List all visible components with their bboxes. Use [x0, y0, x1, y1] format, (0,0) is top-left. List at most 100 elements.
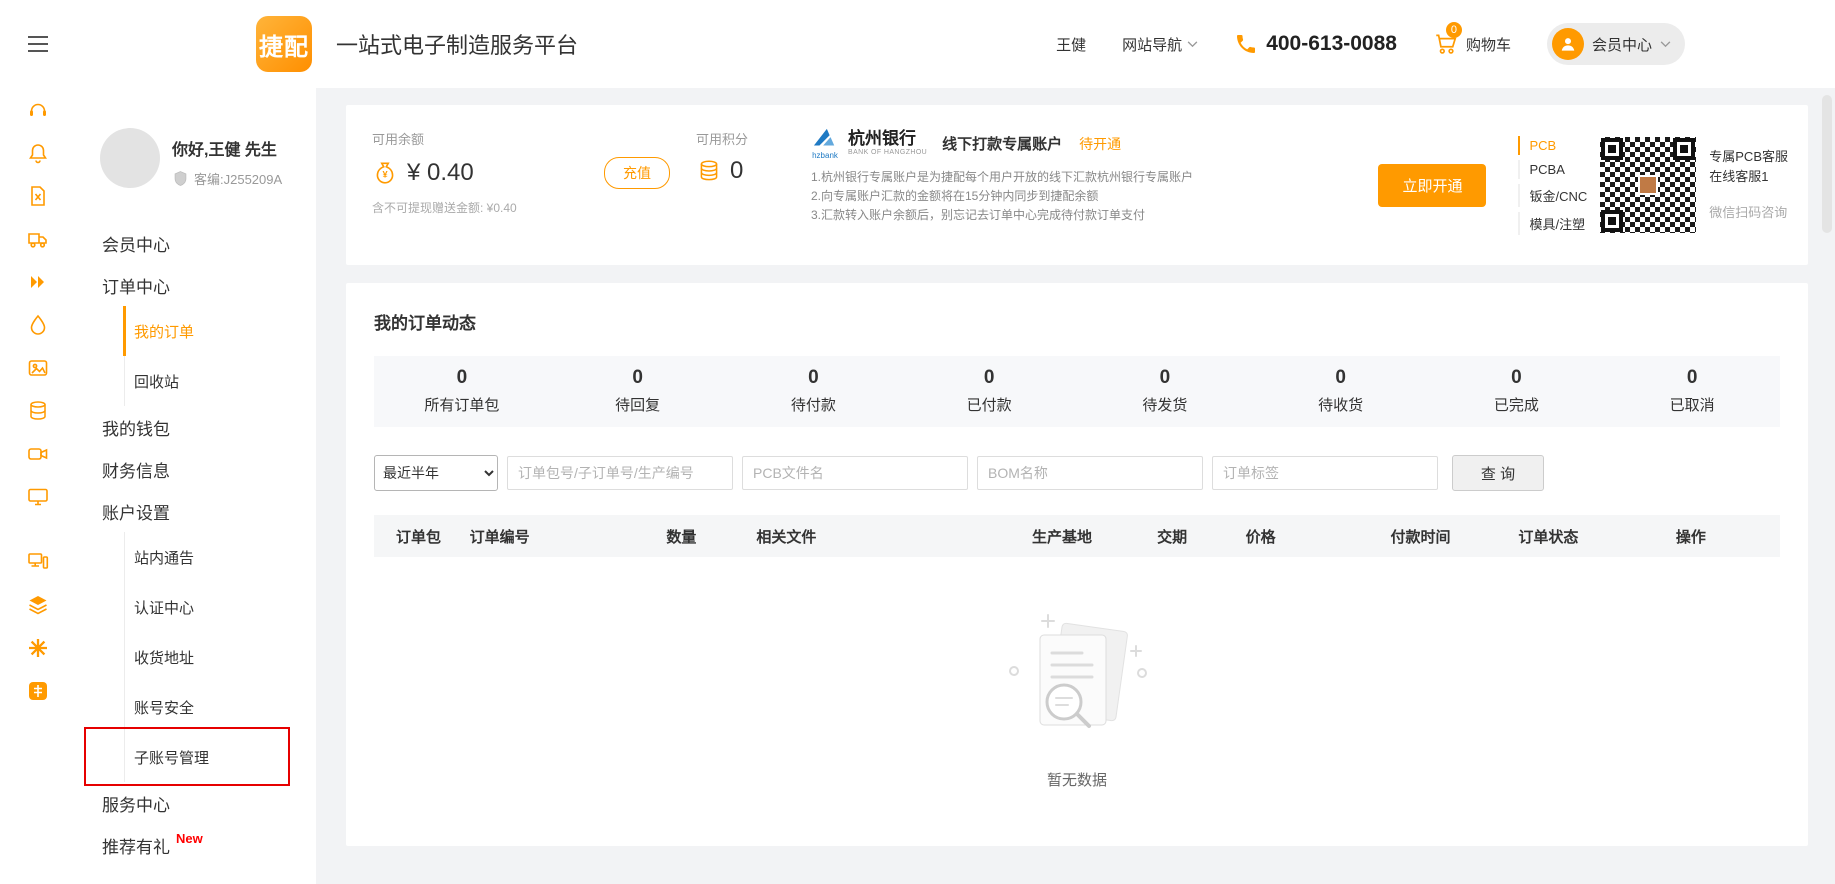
stat-cancelled[interactable]: 0已取消: [1604, 367, 1780, 415]
customer-id: 客编:J255209A: [194, 169, 282, 188]
sidebar-item-referral-rewards[interactable]: 推荐有礼 New: [76, 824, 316, 866]
username-link[interactable]: 王健: [1056, 34, 1086, 55]
sidebar-item-my-orders[interactable]: 我的订单: [76, 306, 316, 356]
customer-service-icon[interactable]: [26, 98, 50, 122]
menu-label: 回收站: [134, 371, 179, 392]
stat-pending-receipt[interactable]: 0 待收货: [1253, 367, 1429, 415]
points-block: 可用积分 0: [696, 105, 811, 265]
bank-logo: hzbank: [811, 127, 839, 160]
bank-line: 1.杭州银行专属账户是为捷配每个用户开放的线下汇款杭州银行专属账户: [811, 168, 1350, 187]
stat-count: 0: [1604, 367, 1780, 389]
icon-rail: [0, 88, 76, 884]
member-center-button[interactable]: 会员中心: [1547, 23, 1685, 65]
page-body: 你好,王健 先生 客编:J255209A 会员中心 订单中心 我的订单 回收站 …: [0, 88, 1835, 884]
database-icon[interactable]: [26, 399, 50, 423]
menu-label: 站内通告: [134, 547, 194, 568]
sidebar-item-recycle-bin[interactable]: 回收站: [76, 356, 316, 406]
bell-icon[interactable]: [26, 141, 50, 165]
sidebar-item-account-settings[interactable]: 账户设置: [76, 490, 316, 532]
sidebar-item-shipping-address[interactable]: 收货地址: [76, 632, 316, 682]
service-line2: 在线客服1: [1709, 167, 1788, 187]
bank-logo-caption: hzbank: [812, 152, 838, 160]
cart-count-badge: 0: [1446, 22, 1462, 38]
col-order-number: 订单编号: [470, 526, 667, 547]
tab-pcba[interactable]: PCBA: [1518, 160, 1587, 179]
top-bar: 捷配 一站式电子制造服务平台 王健 网站导航 400-613-0088 0 购物…: [0, 0, 1835, 88]
stat-label: 待回复: [550, 394, 726, 415]
pinwheel-icon[interactable]: [26, 636, 50, 660]
date-range-select[interactable]: 最近半年: [374, 455, 498, 491]
order-tag-input[interactable]: [1212, 456, 1438, 490]
sidebar-item-member-center[interactable]: 会员中心: [76, 222, 316, 264]
jiepei-logo-icon[interactable]: [26, 679, 50, 703]
search-button[interactable]: 查 询: [1452, 455, 1544, 491]
balance-amount: ¥ 0.40: [407, 159, 474, 187]
jiepei-logo: 捷配: [256, 16, 312, 72]
recharge-button[interactable]: 充值: [604, 157, 670, 189]
sidebar-item-certification[interactable]: 认证中心: [76, 582, 316, 632]
order-number-input[interactable]: [507, 456, 733, 490]
empty-state: 暂无数据: [374, 557, 1780, 810]
points-label: 可用积分: [696, 129, 811, 148]
hamburger-menu-icon[interactable]: [0, 35, 76, 53]
sidebar-item-site-notices[interactable]: 站内通告: [76, 532, 316, 582]
stat-count: 0: [550, 367, 726, 389]
excel-file-icon[interactable]: [26, 184, 50, 208]
video-camera-icon[interactable]: [26, 442, 50, 466]
col-production-base: 生产基地: [1032, 526, 1157, 547]
sidebar-item-account-security[interactable]: 账号安全: [76, 682, 316, 732]
site-nav-link[interactable]: 网站导航: [1122, 34, 1198, 55]
stat-pending-reply[interactable]: 0 待回复: [550, 367, 726, 415]
open-account-button[interactable]: 立即开通: [1378, 164, 1486, 207]
bank-description: 1.杭州银行专属账户是为捷配每个用户开放的线下汇款杭州银行专属账户 2.向专属账…: [811, 168, 1350, 225]
drop-icon[interactable]: [26, 313, 50, 337]
member-avatar-icon: [1552, 28, 1584, 60]
stat-label: 待收货: [1253, 394, 1429, 415]
cart-button[interactable]: 0 购物车: [1433, 31, 1511, 57]
phone-icon: [1234, 32, 1258, 56]
desktop-icon[interactable]: [26, 550, 50, 574]
sidebar-item-subaccount-management[interactable]: 子账号管理: [76, 732, 316, 782]
stat-label: 已完成: [1429, 394, 1605, 415]
sidebar: 你好,王健 先生 客编:J255209A 会员中心 订单中心 我的订单 回收站 …: [76, 88, 316, 884]
order-table-header: 订单包 订单编号 数量 相关文件 生产基地 交期 价格 付款时间 订单状态 操作: [374, 515, 1780, 557]
bom-name-input[interactable]: [977, 456, 1203, 490]
bank-block: hzbank 杭州银行 BANK OF HANGZHOU 线下打款专属账户 待开…: [811, 105, 1350, 265]
col-lead-time: 交期: [1157, 526, 1246, 547]
sidebar-item-my-wallet[interactable]: 我的钱包: [76, 406, 316, 448]
pcb-filename-input[interactable]: [742, 456, 968, 490]
stat-count: 0: [1429, 367, 1605, 389]
sidebar-item-order-center[interactable]: 订单中心: [76, 264, 316, 306]
qr-caption: 微信扫码咨询: [1709, 203, 1788, 223]
stat-label: 待发货: [1077, 394, 1253, 415]
stat-all-packages[interactable]: 0所有订单包: [374, 367, 550, 415]
shield-badge-icon: [172, 170, 189, 187]
stat-completed[interactable]: 0 已完成: [1429, 367, 1605, 415]
layers-icon[interactable]: [26, 593, 50, 617]
menu-label: 服务中心: [102, 791, 170, 816]
col-quantity: 数量: [666, 526, 756, 547]
fast-forward-icon[interactable]: [26, 270, 50, 294]
sidebar-item-service-center[interactable]: 服务中心: [76, 782, 316, 824]
svg-text:¥: ¥: [382, 170, 388, 180]
stat-count: 0: [1253, 367, 1429, 389]
stat-paid[interactable]: 0已付款: [901, 367, 1077, 415]
user-avatar: [100, 128, 160, 188]
stat-pending-shipment[interactable]: 0待发货: [1077, 367, 1253, 415]
stat-label: 待付款: [726, 394, 902, 415]
stat-count: 0: [901, 367, 1077, 389]
stat-pending-payment[interactable]: 0待付款: [726, 367, 902, 415]
empty-text: 暂无数据: [1047, 769, 1107, 790]
orders-title: 我的订单动态: [374, 309, 1780, 334]
tab-pcb[interactable]: PCB: [1518, 136, 1587, 155]
chevron-down-icon: [1660, 41, 1671, 48]
sidebar-item-finance-info[interactable]: 财务信息: [76, 448, 316, 490]
bank-line: 2.向专属账户汇款的金额将在15分钟内同步到捷配余额: [811, 187, 1350, 206]
monitor-icon[interactable]: [26, 485, 50, 509]
main-content: 可用余额 ¥ ¥ 0.40 充值 含不可提现赠送金额: ¥0.40 可用积分 0: [316, 88, 1835, 884]
truck-icon[interactable]: [26, 227, 50, 251]
scrollbar-thumb[interactable]: [1822, 95, 1832, 233]
image-icon[interactable]: [26, 356, 50, 380]
tab-mold-injection[interactable]: 模具/注塑: [1518, 212, 1587, 235]
tab-sheetmetal-cnc[interactable]: 钣金/CNC: [1518, 184, 1587, 207]
